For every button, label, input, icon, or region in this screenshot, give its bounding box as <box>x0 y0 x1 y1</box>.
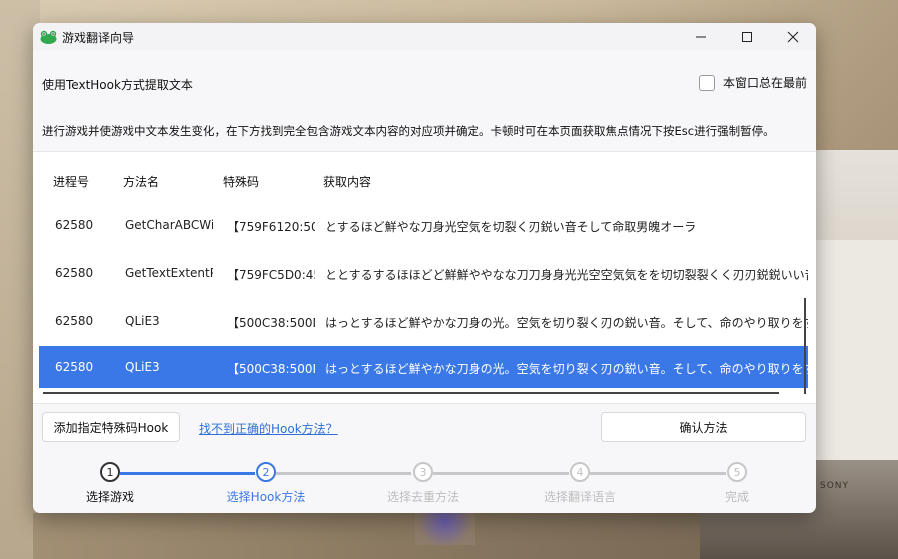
cell-code: 【500C38:500D <box>227 362 315 376</box>
header-method: 方法名 <box>123 175 160 189</box>
always-on-top-option[interactable]: 本窗口总在最前 <box>699 74 807 91</box>
help-link[interactable]: 找不到正确的Hook方法？ <box>199 420 338 437</box>
header-content: 获取内容 <box>323 175 372 189</box>
step-1-circle: 1 <box>100 462 120 482</box>
hook-method-table: 进程号 方法名 特殊码 获取内容 62580 GetCharABCWidths … <box>33 151 816 404</box>
cell-method: GetCharABCWidths <box>125 218 213 232</box>
step-3-label: 选择去重方法 <box>386 490 460 504</box>
step-2-circle: 2 <box>256 462 276 482</box>
cell-content: とするほど鮮やな刀身光空気を切裂く刃鋭い音そして命取男魄オーラ <box>325 220 697 234</box>
step-connector <box>276 472 411 475</box>
step-connector <box>433 472 569 475</box>
frog-app-icon <box>40 30 57 44</box>
step-1-label: 选择游戏 <box>85 490 135 504</box>
maximize-button[interactable] <box>724 23 770 51</box>
cell-content: はっとするほど鮮やかな刀身の光。空気を切り裂く刃の鋭い音。そして、命のやり取りを… <box>325 362 808 376</box>
step-4-label: 选择翻译语言 <box>543 490 617 504</box>
always-on-top-checkbox[interactable] <box>699 74 715 91</box>
game-translation-wizard-window: 游戏翻译向导 使用TextHook方式提取文本 本窗口总在最前 进行游戏并使游戏… <box>33 23 816 513</box>
title-bar[interactable]: 游戏翻译向导 <box>33 23 816 51</box>
desktop-background-bottom <box>33 513 700 559</box>
header-pid: 进程号 <box>53 175 90 189</box>
step-5-circle: 5 <box>727 462 747 482</box>
cell-pid: 62580 <box>55 360 94 374</box>
table-row[interactable]: 62580 QLiE3 【500C38:500D はっとするほど鮮やかな刀身の光… <box>39 300 808 342</box>
cell-method: GetTextExtentPoint <box>125 266 213 280</box>
cell-pid: 62580 <box>55 218 94 232</box>
confirm-method-button[interactable]: 确认方法 <box>601 412 806 442</box>
header-code: 特殊码 <box>223 175 260 189</box>
table-row[interactable]: 62580 GetTextExtentPoint 【759FC5D0:45 とと… <box>39 252 808 294</box>
cell-pid: 62580 <box>55 314 94 328</box>
hook-method-description: 使用TextHook方式提取文本 <box>42 78 193 92</box>
step-2-label: 选择Hook方法 <box>226 490 306 504</box>
tv-brand-label: SONY <box>820 481 850 491</box>
cell-code: 【759FC5D0:45 <box>227 268 315 282</box>
cell-content: ととするするほほどど鮮鮮ややなな刀刀身身光光空空気気をを切切裂裂くく刃刃鋭鋭いい… <box>325 268 808 282</box>
add-hook-code-button[interactable]: 添加指定特殊码Hook <box>42 412 180 442</box>
cell-pid: 62580 <box>55 266 94 280</box>
close-button[interactable] <box>770 23 816 51</box>
table-row[interactable]: 62580 GetCharABCWidths 【759F6120:501 とする… <box>39 204 808 246</box>
step-4-circle: 4 <box>570 462 590 482</box>
cell-method: QLiE3 <box>125 314 160 328</box>
window-title: 游戏翻译向导 <box>62 31 135 45</box>
cell-method: QLiE3 <box>125 360 160 374</box>
minimize-button[interactable] <box>678 23 724 51</box>
cell-code: 【759F6120:501 <box>227 220 315 234</box>
cell-code: 【500C38:500D <box>227 316 315 330</box>
vertical-scrollbar[interactable] <box>804 298 806 394</box>
step-3-circle: 3 <box>413 462 433 482</box>
maximize-icon <box>742 32 752 42</box>
always-on-top-label: 本窗口总在最前 <box>723 76 808 90</box>
horizontal-scrollbar[interactable] <box>43 392 779 394</box>
step-connector-done <box>120 472 255 475</box>
step-connector <box>590 472 726 475</box>
cell-content: はっとするほど鮮やかな刀身の光。空気を切り裂く刃の鋭い音。そして、命のやり取りを… <box>325 316 808 330</box>
instruction-text: 进行游戏并使游戏中文本发生变化，在下方找到完全包含游戏文本内容的对应项并确定。卡… <box>42 124 775 138</box>
table-row-selected[interactable]: 62580 QLiE3 【500C38:500D はっとするほど鮮やかな刀身の光… <box>39 346 808 388</box>
minimize-icon <box>696 36 706 38</box>
close-icon <box>787 31 799 43</box>
step-5-label: 完成 <box>724 490 750 504</box>
wizard-steps: 1 2 3 4 5 选择游戏 选择Hook方法 选择去重方法 选择翻译语言 完成 <box>33 459 816 513</box>
